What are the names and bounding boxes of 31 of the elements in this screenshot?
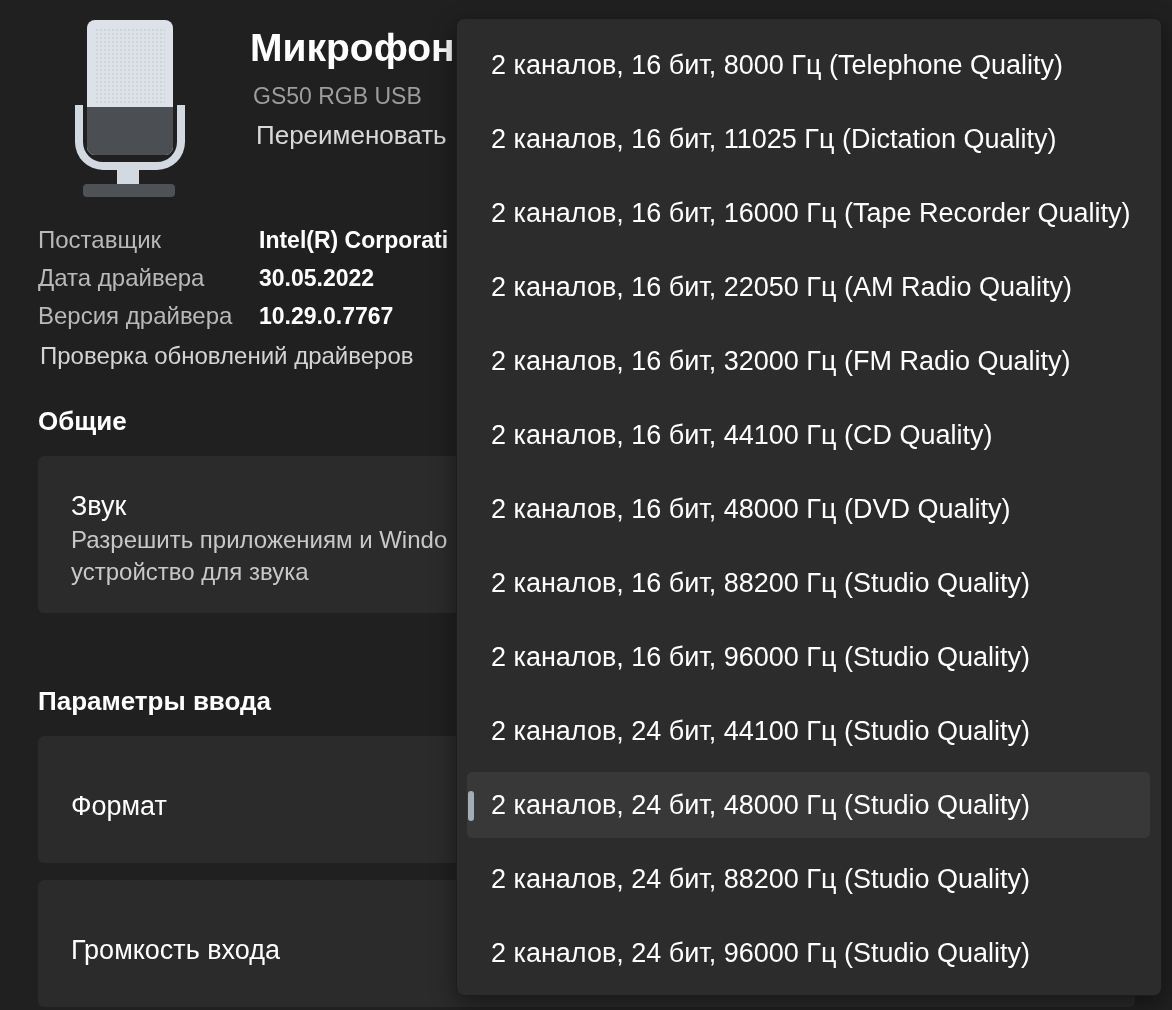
info-value: 10.29.0.7767	[259, 303, 394, 329]
info-label: Поставщик	[38, 225, 163, 255]
menu-option[interactable]: 2 каналов, 24 бит, 88200 Гц (Studio Quality)	[467, 846, 1150, 912]
setting-title: Звук	[71, 491, 127, 521]
setting-title: Громкость входа	[71, 934, 280, 965]
rename-link[interactable]: Переименовать	[256, 120, 447, 150]
update-link[interactable]: Проверка обновлений драйверов	[40, 337, 414, 375]
info-label: Версия драйвера	[38, 301, 234, 331]
menu-option[interactable]: 2 каналов, 16 бит, 16000 Гц (Tape Recorder Quality)	[467, 180, 1150, 246]
device-title: Микрофон	[250, 28, 455, 68]
section-heading: Параметры ввода	[38, 686, 271, 716]
menu-option[interactable]: 2 каналов, 16 бит, 22050 Гц (AM Radio Quality)	[467, 254, 1150, 320]
menu-option[interactable]: 2 каналов, 24 бит, 48000 Гц (Studio Quality)	[467, 772, 1150, 838]
menu-option[interactable]: 2 каналов, 16 бит, 44100 Гц (CD Quality)	[467, 402, 1150, 468]
menu-option[interactable]: 2 каналов, 16 бит, 88200 Гц (Studio Quality)	[467, 550, 1150, 616]
setting-description: Разрешить приложениям и Windo устройство для звука	[71, 525, 448, 587]
device-subtitle: GS50 RGB USB	[253, 82, 423, 111]
menu-option[interactable]: 2 каналов, 16 бит, 96000 Гц (Studio Quality)	[467, 624, 1150, 690]
microphone-icon	[75, 20, 185, 198]
menu-option[interactable]: 2 каналов, 16 бит, 32000 Гц (FM Radio Quality)	[467, 328, 1150, 394]
info-value: Intel(R) Corporati	[259, 227, 449, 253]
setting-title: Формат	[71, 790, 167, 821]
info-label: Дата драйвера	[38, 263, 206, 293]
info-value: 30.05.2022	[259, 265, 375, 291]
section-heading: Общие	[38, 406, 127, 436]
selection-bar-icon	[468, 791, 474, 821]
menu-option[interactable]: 2 каналов, 16 бит, 8000 Гц (Telephone Quality)	[467, 32, 1150, 98]
menu-option[interactable]: 2 каналов, 24 бит, 96000 Гц (Studio Quality)	[467, 920, 1150, 986]
menu-option[interactable]: 2 каналов, 16 бит, 48000 Гц (DVD Quality)	[467, 476, 1150, 542]
menu-option[interactable]: 2 каналов, 24 бит, 44100 Гц (Studio Quality)	[467, 698, 1150, 764]
menu-option[interactable]: 2 каналов, 16 бит, 11025 Гц (Dictation Quality)	[467, 106, 1150, 172]
